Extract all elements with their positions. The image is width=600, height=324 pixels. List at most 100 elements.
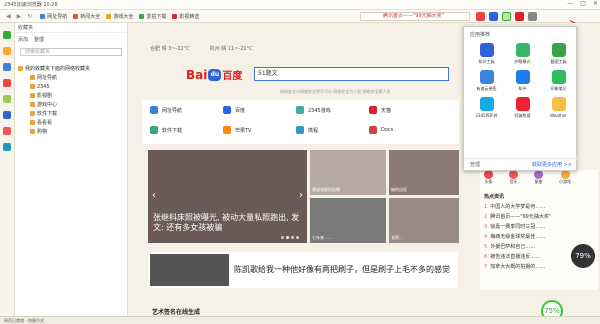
maximize-button[interactable]: □ (580, 0, 586, 7)
top-search-input[interactable]: 腾讯首页——"99元抽大奖" (360, 12, 470, 21)
fav-item[interactable]: 新闻大全 (73, 13, 100, 20)
main-search-input[interactable]: 51题文 (254, 67, 449, 81)
history-icon[interactable] (3, 63, 11, 71)
menu-icon[interactable] (528, 12, 537, 21)
app-item[interactable]: 截图工具 (542, 43, 575, 65)
manage-button[interactable]: 管理 (470, 161, 480, 168)
tree-item[interactable]: 软件下载 (18, 109, 127, 118)
weather-widget[interactable]: 合肥 晴 3~-22°C 杭州 晴 11~-21°C (150, 45, 253, 52)
baidu-logo[interactable]: Bai du 百度 (186, 67, 242, 83)
news-thumb[interactable]: 景甜张继科恋情 (310, 150, 386, 195)
story-image (150, 254, 229, 286)
tree-item[interactable]: 我的收藏夹下面的网络收藏夹 (18, 64, 127, 73)
fav-item[interactable]: 影视精选 (172, 13, 199, 20)
folder-icon (30, 129, 35, 134)
shield-icon[interactable] (476, 12, 485, 21)
quick-link[interactable]: 天猫 (361, 106, 434, 114)
status-text: 网页已就绪 - 快捷方式 (4, 317, 44, 323)
scissors-icon (551, 43, 566, 57)
quick-link[interactable]: 携程 (288, 126, 361, 134)
favorites-search-input[interactable]: 搜索收藏夹 (20, 48, 122, 56)
tree-item[interactable]: 购物 (18, 127, 127, 136)
refresh-icon[interactable]: ↻ (27, 13, 32, 20)
fav-item[interactable]: 网址导航 (40, 13, 67, 20)
forward-icon[interactable]: ▶ (17, 13, 22, 20)
tree-item[interactable]: 游戏中心 (18, 100, 127, 109)
status-bar: 网页已就绪 - 快捷方式 (0, 316, 600, 324)
fav-item[interactable]: 爱拍下载 (139, 13, 166, 20)
tree-item[interactable]: 2345 (18, 82, 127, 91)
favorites-title: 收藏夹 (18, 25, 34, 31)
headline-caption: 张继科床照被曝光, 被动大量私照跑出, 发文: 还有多女孩被骗 (153, 213, 300, 232)
story-card[interactable]: 陈凯歌给我一种他好像有两把刷子，但是刷子上毛不多的感觉 (148, 252, 458, 288)
hot-item[interactable]: 4 梅西无缘金球奖最佳…… (484, 233, 594, 243)
rp-item[interactable]: 星座 (534, 170, 543, 185)
quick-link[interactable]: 网址导航 (142, 106, 215, 114)
news-thumb[interactable]: 她的出现 (389, 150, 459, 195)
add-favorite-button[interactable]: 添加 (18, 36, 28, 43)
minimize-button[interactable]: — (567, 0, 573, 7)
elephant-icon (551, 70, 566, 84)
hot-item[interactable]: 2 腾讯首页——"99元抽大奖" (484, 213, 594, 223)
app-item[interactable]: 印象笔记 (542, 70, 575, 92)
video-icon[interactable] (3, 111, 11, 119)
memory-badge[interactable]: 79% (571, 244, 595, 268)
pdf-icon (479, 97, 494, 111)
folder-icon (30, 75, 35, 80)
app-item[interactable]: 知识工具 (470, 43, 503, 65)
quick-links: 网址导航 百度 2345游戏 天猫 软件下载 芒果TV 携程 Docs (142, 100, 459, 144)
rp-item[interactable]: 头条 (484, 170, 493, 185)
rp-item[interactable]: 小游戏 (559, 170, 571, 185)
quick-link[interactable]: 软件下载 (142, 126, 215, 134)
app-item[interactable]: 有道云便签 (470, 70, 503, 92)
news-thumb[interactable]: 长得… (389, 198, 459, 243)
flag-icon[interactable] (515, 12, 524, 21)
hot-icon (515, 97, 530, 111)
app-item[interactable]: 护眼模式 (506, 43, 539, 65)
get-more-apps-link[interactable]: 获取更多应用 >> (532, 161, 572, 168)
title-bar: 2345加速浏览器 10.28 — □ ✕ (0, 0, 600, 10)
hot-item[interactable]: 3 徐嘉一赛季同时三冠…… (484, 223, 594, 233)
organize-button[interactable]: 整理 (34, 36, 44, 43)
game-icon[interactable] (3, 95, 11, 103)
window-title: 2345加速浏览器 10.28 (4, 2, 58, 8)
app-item[interactable]: Weather (542, 97, 575, 119)
music-icon[interactable] (3, 143, 11, 151)
news-thumb[interactable]: 七年来…… (310, 198, 386, 243)
app-recommend-popup: 应用推荐 知识工具 护眼模式 截图工具 有道云便签 知乎 印象笔记 2345PD… (463, 26, 578, 171)
app-item[interactable]: 2345PDF转 (470, 97, 503, 119)
right-panel: 头条 音乐 星座 小游戏 热点资讯 1 中国人的大学梦是何…… 2 腾讯首页——"9… (480, 170, 598, 290)
close-button[interactable]: ✕ (593, 0, 598, 7)
download-icon[interactable] (3, 79, 11, 87)
star-icon[interactable] (3, 47, 11, 55)
folder-icon (30, 102, 35, 107)
tree-item[interactable]: 网址导航 (18, 73, 127, 82)
rp-item[interactable]: 音乐 (509, 170, 518, 185)
address-bar: ◀ ▶ ↻ 网址导航 新闻大全 游戏大全 爱拍下载 影视精选 腾讯首页——"99元抽… (0, 10, 600, 23)
grid-apps-icon[interactable] (502, 12, 511, 21)
fav-item[interactable]: 游戏大全 (106, 13, 133, 20)
prev-arrow-icon[interactable]: ‹ (152, 190, 156, 201)
tree-item[interactable]: 看看看 (18, 118, 127, 127)
quick-link[interactable]: Docs (361, 126, 434, 134)
weather-icon (551, 97, 566, 111)
app-item[interactable]: 同城热搜 (506, 97, 539, 119)
hot-title: 热点资讯 (484, 194, 505, 200)
folder-icon (18, 66, 23, 71)
note-icon (479, 70, 494, 84)
mail-icon[interactable] (489, 12, 498, 21)
shop-icon[interactable] (3, 127, 11, 135)
app-item[interactable]: 知乎 (506, 70, 539, 92)
quick-link[interactable]: 百度 (215, 106, 288, 114)
tree-item[interactable]: 影视剧 (18, 91, 127, 100)
favorites-tree: 我的收藏夹下面的网络收藏夹 网址导航 2345 影视剧 游戏中心 软件下载 看看… (15, 64, 127, 136)
section-title[interactable]: 艺术签名在线生成 (152, 307, 200, 316)
next-arrow-icon[interactable]: › (299, 190, 303, 201)
back-icon[interactable]: ◀ (6, 13, 11, 20)
zhihu-icon (515, 70, 530, 84)
hot-item[interactable]: 1 中国人的大学梦是何…… (484, 203, 594, 213)
quick-link[interactable]: 芒果TV (215, 126, 288, 134)
home-icon[interactable] (3, 31, 11, 39)
quick-link[interactable]: 2345游戏 (288, 106, 361, 114)
headline-carousel[interactable]: ‹ › 张继科床照被曝光, 被动大量私照跑出, 发文: 还有多女孩被骗 (148, 150, 307, 243)
